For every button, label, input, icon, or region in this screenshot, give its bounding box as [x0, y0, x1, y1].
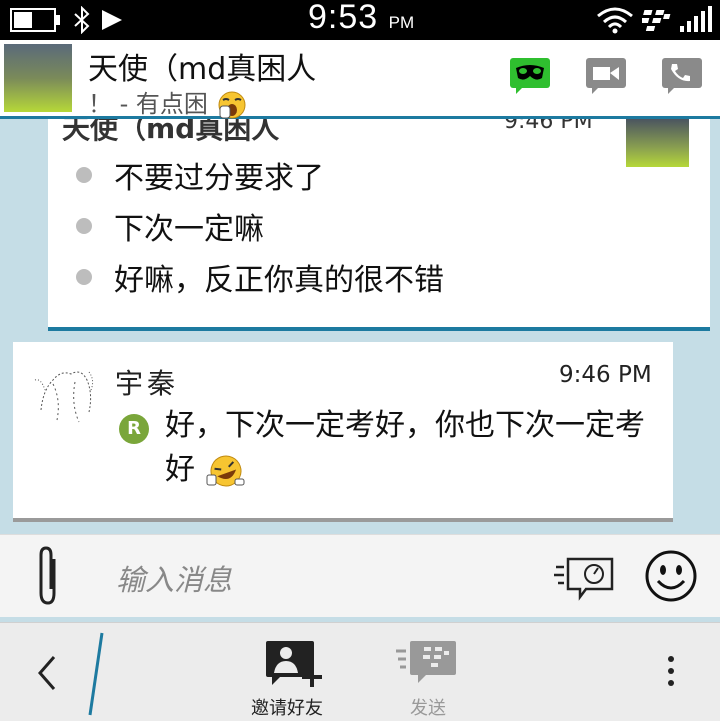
sender-avatar-sketch [34, 371, 94, 423]
back-chevron-icon[interactable] [30, 653, 60, 693]
bottom-action-bar: 邀请好友 发送 [0, 622, 720, 721]
message-line: 下次一定嘛 [114, 212, 264, 247]
sender-avatar [626, 119, 689, 167]
message-time: 9:46 PM [504, 119, 593, 134]
read-status-badge: R [119, 414, 149, 444]
message-line: 不要过分要求了 [114, 161, 324, 196]
timed-message-icon[interactable] [554, 553, 616, 603]
invite-friend-label[interactable]: 邀请好友 [251, 694, 323, 720]
message-bubble-outgoing[interactable]: 宇秦 9:46 PM R 好，下次一定考好，你也下次一定考好 [13, 342, 673, 522]
paperclip-icon[interactable] [34, 545, 64, 609]
status-time: 9:53 PM [308, 0, 415, 36]
laughing-emoji-icon [206, 455, 245, 486]
yawn-emoji-icon [218, 91, 246, 119]
bbm-video-mask-icon[interactable] [508, 56, 554, 96]
message-text: 好，下次一定考好，你也下次一定考好 [165, 404, 645, 492]
battery-icon [10, 8, 60, 32]
contact-name[interactable]: 天使（md真困人 [88, 44, 316, 88]
phone-icon[interactable] [660, 56, 706, 96]
contact-status: ！ - 有点困 [88, 84, 250, 120]
message-line: 好嘛，反正你真的很不错 [114, 263, 444, 298]
chat-header: 天使（md真困人 ！ - 有点困 [0, 40, 720, 119]
message-input[interactable]: 输入消息 [116, 557, 232, 599]
send-bbm-icon[interactable] [396, 639, 460, 689]
blackberry-logo-icon [642, 10, 671, 31]
bluetooth-icon [74, 6, 90, 34]
message-bubble-incoming[interactable]: 天使（md真困人 9:46 PM 不要过分要求了 下次一定嘛 好嘛，反正你真的很… [48, 119, 710, 331]
video-camera-icon[interactable] [584, 56, 630, 96]
message-sender: 天使（md真困人 [62, 119, 280, 145]
send-label[interactable]: 发送 [410, 694, 446, 720]
bullet-dot [76, 218, 92, 234]
message-input-bar: 输入消息 [0, 534, 720, 617]
emoticon-picker-icon[interactable] [644, 549, 698, 603]
status-bar: 9:53 PM [0, 0, 720, 40]
message-sender: 宇秦 [115, 367, 180, 400]
contact-avatar[interactable] [4, 44, 72, 112]
message-time: 9:46 PM [559, 362, 652, 388]
bullet-dot [76, 167, 92, 183]
bullet-dot [76, 269, 92, 285]
invite-friend-icon[interactable] [262, 639, 326, 689]
signal-icon [680, 6, 712, 32]
wifi-icon [597, 7, 633, 34]
overflow-menu-icon[interactable] [664, 653, 678, 693]
play-icon [102, 10, 122, 30]
divider-slash [88, 632, 104, 716]
